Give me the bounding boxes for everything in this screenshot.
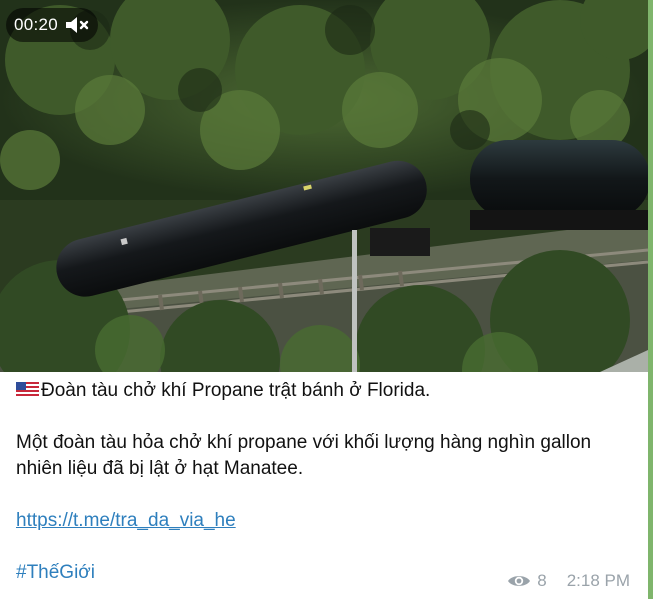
message-time: 2:18 PM bbox=[566, 571, 630, 590]
video-frame bbox=[0, 0, 648, 372]
volume-muted-icon[interactable] bbox=[64, 14, 90, 36]
channel-message: 00:20 Đoàn tàu chở khí Propane trật bánh… bbox=[0, 0, 648, 599]
video-duration: 00:20 bbox=[14, 15, 59, 34]
message-meta: 8 2:18 PM bbox=[507, 571, 630, 591]
us-flag-icon bbox=[16, 379, 39, 397]
chat-view: 00:20 Đoàn tàu chở khí Propane trật bánh… bbox=[0, 0, 653, 599]
channel-link[interactable]: https://t.me/tra_da_via_he bbox=[16, 510, 236, 531]
hashtag-link[interactable]: #ThếGiới bbox=[16, 562, 95, 583]
view-count: 8 bbox=[537, 571, 547, 590]
headline-text: Đoàn tàu chở khí Propane trật bánh ở Flo… bbox=[41, 380, 431, 401]
headline-line: Đoàn tàu chở khí Propane trật bánh ở Flo… bbox=[16, 378, 632, 404]
sidebar-edge bbox=[648, 0, 653, 599]
video-status-pill: 00:20 bbox=[6, 8, 99, 42]
eye-icon bbox=[507, 573, 531, 589]
video-player[interactable]: 00:20 bbox=[0, 0, 648, 372]
body-text: Một đoàn tàu hỏa chở khí propane với khố… bbox=[16, 432, 592, 479]
message-text: Đoàn tàu chở khí Propane trật bánh ở Flo… bbox=[0, 372, 648, 586]
